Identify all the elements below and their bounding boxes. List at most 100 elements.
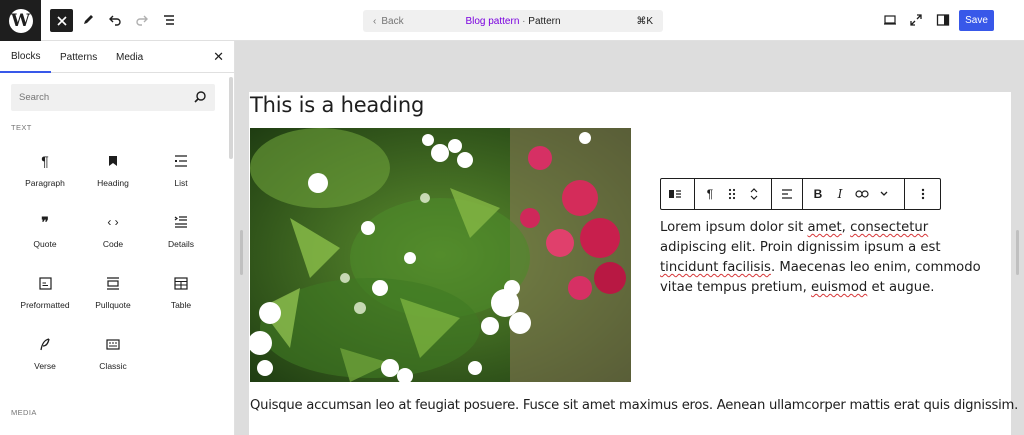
block-label: List xyxy=(174,178,187,188)
block-label: Heading xyxy=(97,178,129,188)
align-group xyxy=(776,179,798,209)
search-input[interactable] xyxy=(11,84,191,111)
expand-icon xyxy=(909,13,923,27)
block-label: Details xyxy=(168,239,194,249)
paragraph-text: adipiscing elit. Proin dignissim ipsum a… xyxy=(660,240,941,255)
sidebar-icon xyxy=(936,13,950,27)
spellcheck-word: euismod xyxy=(811,280,867,295)
undo-button[interactable] xyxy=(103,8,127,32)
paragraph-block[interactable]: Lorem ipsum dolor sit amet, consectetur … xyxy=(660,218,990,298)
link-button[interactable] xyxy=(851,179,873,209)
more-vertical-icon xyxy=(921,188,925,200)
block-classic[interactable]: Classic xyxy=(79,332,147,388)
block-options-button[interactable] xyxy=(912,179,934,209)
move-up-down-button[interactable] xyxy=(743,179,765,209)
fullscreen-button[interactable] xyxy=(904,8,928,32)
bottom-paragraph-block[interactable]: Quisque accumsan leo at feugiat posuere.… xyxy=(250,397,1010,415)
align-left-icon xyxy=(781,188,793,200)
paragraph-transform-button[interactable]: ¶ xyxy=(699,179,721,209)
preformatted-icon xyxy=(39,271,52,295)
more-formats-button[interactable] xyxy=(873,179,895,209)
drag-handle[interactable] xyxy=(721,179,743,209)
link-icon xyxy=(855,189,869,199)
pattern-type: Pattern xyxy=(528,16,560,27)
quote-icon: ❞ xyxy=(41,210,49,234)
spellcheck-word: consectetur xyxy=(850,220,928,235)
search-field xyxy=(11,84,215,111)
save-button[interactable]: Save xyxy=(959,10,994,31)
media-text-icon xyxy=(668,189,682,199)
category-media-label: MEDIA xyxy=(11,408,37,417)
select-parent-button[interactable] xyxy=(664,179,686,209)
pen-icon xyxy=(81,13,95,27)
view-button[interactable] xyxy=(878,8,902,32)
document-overview-button[interactable] xyxy=(157,8,181,32)
list-icon xyxy=(174,149,188,173)
toolbar-divider xyxy=(771,179,772,209)
heading-icon xyxy=(108,149,118,173)
wordpress-logo-button[interactable]: W xyxy=(0,0,41,41)
tools-button[interactable] xyxy=(76,8,100,32)
block-label: Code xyxy=(103,239,123,249)
toolbar-divider xyxy=(904,179,905,209)
heading-block[interactable]: This is a heading xyxy=(250,93,424,117)
block-code[interactable]: ‹ › Code xyxy=(79,210,147,266)
tab-media[interactable]: Media xyxy=(106,41,153,73)
close-inserter-button[interactable] xyxy=(50,9,73,32)
command-bar[interactable]: ‹ Back Blog pattern · Pattern ⌘K xyxy=(363,10,663,32)
category-text-label: TEXT xyxy=(11,123,32,132)
block-list[interactable]: List xyxy=(147,149,215,205)
block-toolbar: ¶ B I xyxy=(660,178,941,210)
block-table[interactable]: Table xyxy=(147,271,215,327)
pattern-content: This is a heading xyxy=(249,92,1011,435)
right-resize-handle[interactable] xyxy=(1016,230,1019,275)
image-block[interactable] xyxy=(250,128,631,382)
block-verse[interactable]: Verse xyxy=(11,332,79,388)
inserter-scrollbar[interactable] xyxy=(229,77,233,159)
redo-icon xyxy=(135,13,149,27)
block-mover-group: ¶ xyxy=(699,179,765,209)
shortcut-hint: ⌘K xyxy=(636,16,653,27)
close-inserter-icon[interactable]: ✕ xyxy=(213,49,224,65)
flower-photo xyxy=(250,128,631,382)
left-resize-handle[interactable] xyxy=(240,230,243,275)
title-separator: · xyxy=(522,16,525,27)
tab-blocks[interactable]: Blocks xyxy=(0,41,51,73)
toolbar-divider xyxy=(694,179,695,209)
block-label: Preformatted xyxy=(20,300,69,310)
desktop-icon xyxy=(883,13,897,27)
spellcheck-word: amet xyxy=(807,220,841,235)
wordpress-logo-icon: W xyxy=(9,9,33,33)
close-icon xyxy=(57,16,67,26)
bold-button[interactable]: B xyxy=(807,179,829,209)
list-view-icon xyxy=(162,13,176,27)
block-paragraph[interactable]: ¶ Paragraph xyxy=(11,149,79,205)
toolbar-divider xyxy=(802,179,803,209)
block-label: Verse xyxy=(34,361,56,371)
tab-patterns[interactable]: Patterns xyxy=(50,41,107,73)
redo-button[interactable] xyxy=(130,8,154,32)
block-details[interactable]: Details xyxy=(147,210,215,266)
format-group: B I xyxy=(807,179,895,209)
italic-button[interactable]: I xyxy=(829,179,851,209)
pattern-name: Blog pattern xyxy=(465,16,519,27)
paragraph-icon: ¶ xyxy=(707,187,713,201)
options-group xyxy=(912,179,934,209)
block-label: Paragraph xyxy=(25,178,65,188)
document-title[interactable]: Blog pattern · Pattern xyxy=(363,16,663,27)
italic-icon: I xyxy=(838,187,843,201)
block-preformatted[interactable]: Preformatted xyxy=(11,271,79,327)
bold-icon: B xyxy=(814,187,823,201)
block-quote[interactable]: ❞ Quote xyxy=(11,210,79,266)
pullquote-icon xyxy=(106,271,120,295)
parent-select-group xyxy=(664,179,686,209)
block-label: Pullquote xyxy=(95,300,130,310)
align-text-button[interactable] xyxy=(776,179,798,209)
undo-icon xyxy=(108,13,122,27)
block-pullquote[interactable]: Pullquote xyxy=(79,271,147,327)
block-label: Classic xyxy=(99,361,126,371)
chevron-up-down-icon xyxy=(749,186,759,202)
block-heading[interactable]: Heading xyxy=(79,149,147,205)
settings-sidebar-button[interactable] xyxy=(931,8,955,32)
paragraph-text: , xyxy=(842,220,850,235)
